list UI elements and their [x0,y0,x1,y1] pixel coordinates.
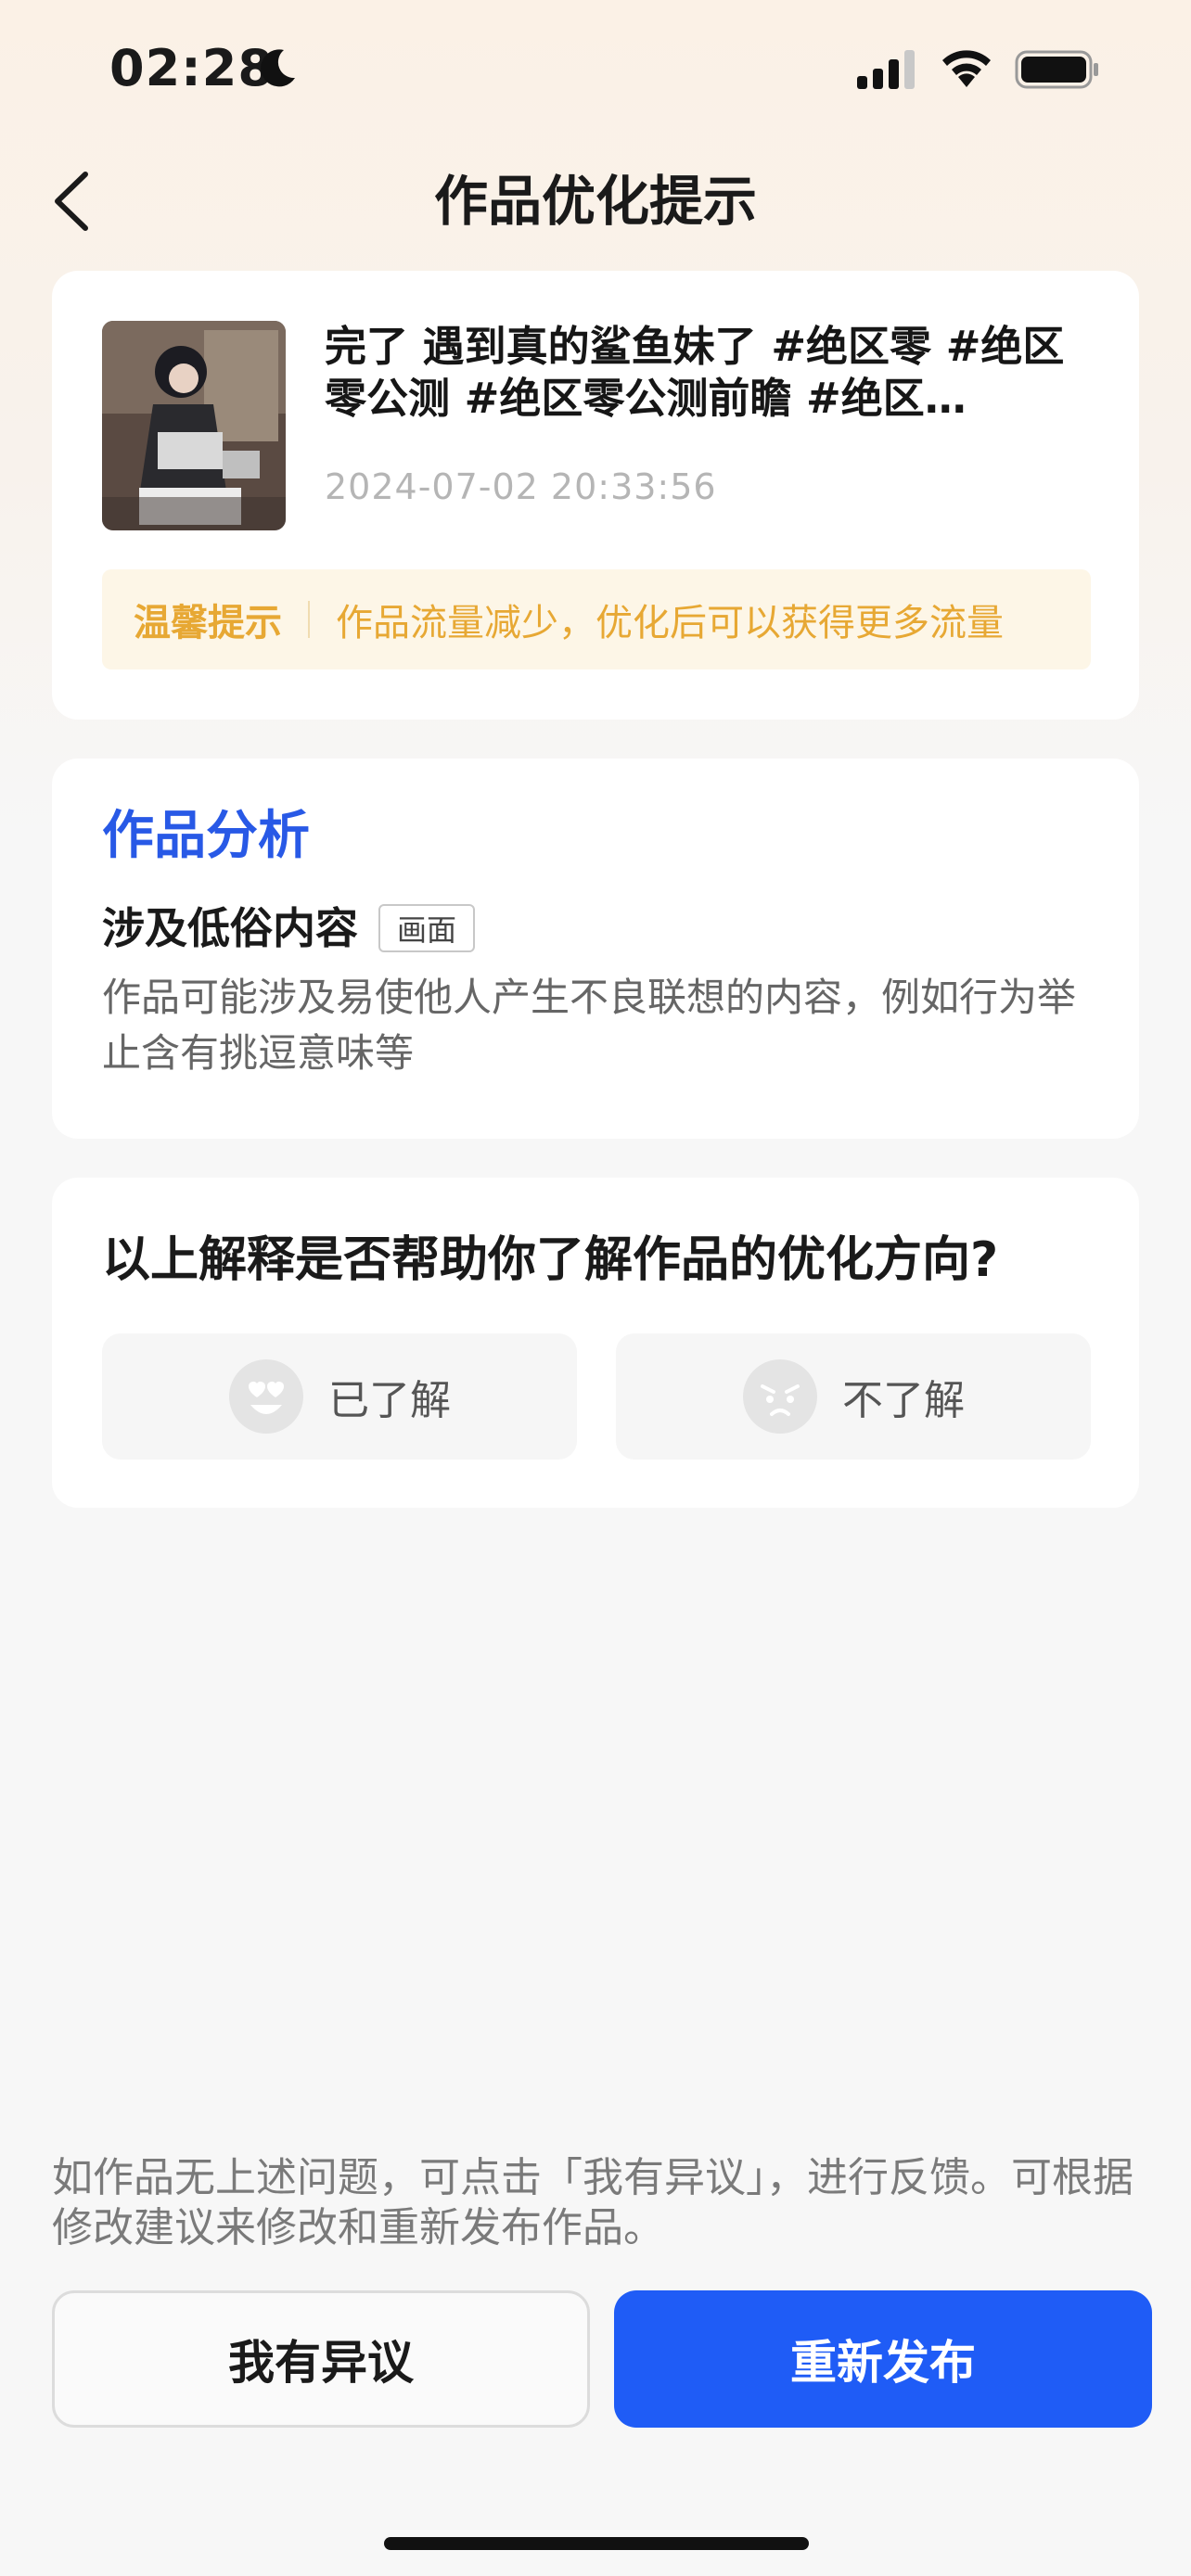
issue-title: 涉及低俗内容 [102,903,358,953]
not-understood-button[interactable]: 不了解 [616,1333,1091,1460]
tip-text: 作品流量减少，优化后可以获得更多流量 [336,602,1004,644]
post-date: 2024-07-02 20:33:56 [325,466,717,507]
battery-icon [1015,50,1098,89]
wifi-icon [942,50,991,87]
dispute-button[interactable]: 我有异议 [52,2290,590,2428]
post-title: 完了 遇到真的鲨鱼妹了 #绝区零 #绝区零公测 #绝区零公测前瞻 #绝区… [325,322,1065,423]
understood-label: 已了解 [328,1377,451,1424]
heart-eyes-emoji-icon [229,1359,303,1434]
home-indicator[interactable] [384,2537,809,2550]
issue-description: 作品可能涉及易使他人产生不良联想的内容，例如行为举止含有挑逗意味等 [102,975,1077,1076]
issue-tag: 画面 [378,904,476,952]
analysis-card: 作品分析 涉及低俗内容 画面 作品可能涉及易使他人产生不良联想的内容，例如行为举… [52,759,1139,1139]
feedback-question: 以上解释是否帮助你了解作品的优化方向? [102,1232,999,1288]
feedback-card: 以上解释是否帮助你了解作品的优化方向? 已了解 不了解 [52,1178,1139,1508]
dispute-notice: 如作品无上述问题，可点击「我有异议」，进行反馈。可根据修改建议来修改和重新发布作… [52,2154,1133,2251]
cellular-signal-icon [857,50,915,89]
post-card[interactable]: 完了 遇到真的鲨鱼妹了 #绝区零 #绝区零公测 #绝区零公测前瞻 #绝区… 20… [52,271,1139,720]
tip-label: 温馨提示 [134,602,282,644]
navigation-bar: 作品优化提示 [0,148,1191,250]
issue-row: 涉及低俗内容 画面 [102,898,476,959]
tip-banner: 温馨提示 作品流量减少，优化后可以获得更多流量 [102,569,1091,670]
understood-button[interactable]: 已了解 [102,1333,577,1460]
status-bar: 02:28 [0,0,1191,139]
republish-button[interactable]: 重新发布 [614,2290,1152,2428]
page-title: 作品优化提示 [433,170,757,233]
moon-icon [261,49,295,87]
frown-emoji-icon [743,1359,817,1434]
analysis-heading: 作品分析 [102,806,310,866]
tip-divider [308,601,310,638]
not-understood-label: 不了解 [842,1377,965,1424]
post-thumbnail[interactable] [102,321,286,530]
status-time: 02:28 [109,39,274,97]
